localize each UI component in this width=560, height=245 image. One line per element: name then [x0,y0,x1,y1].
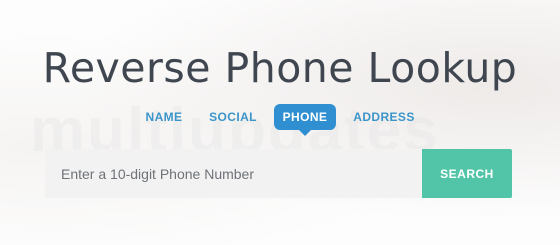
tab-address[interactable]: ADDRESS [348,104,420,130]
search-button[interactable]: SEARCH [422,149,512,198]
tab-phone[interactable]: PHONE [274,104,336,136]
tab-social[interactable]: SOCIAL [204,104,262,130]
tab-phone-label: PHONE [282,110,328,124]
search-bar: SEARCH [45,149,512,198]
phone-number-input[interactable] [45,149,422,198]
tab-name[interactable]: NAME [139,104,189,130]
active-tab-caret-icon [299,130,311,136]
search-type-tabs: NAME SOCIAL PHONE ADDRESS [0,104,560,136]
page-title: Reverse Phone Lookup [42,44,518,92]
